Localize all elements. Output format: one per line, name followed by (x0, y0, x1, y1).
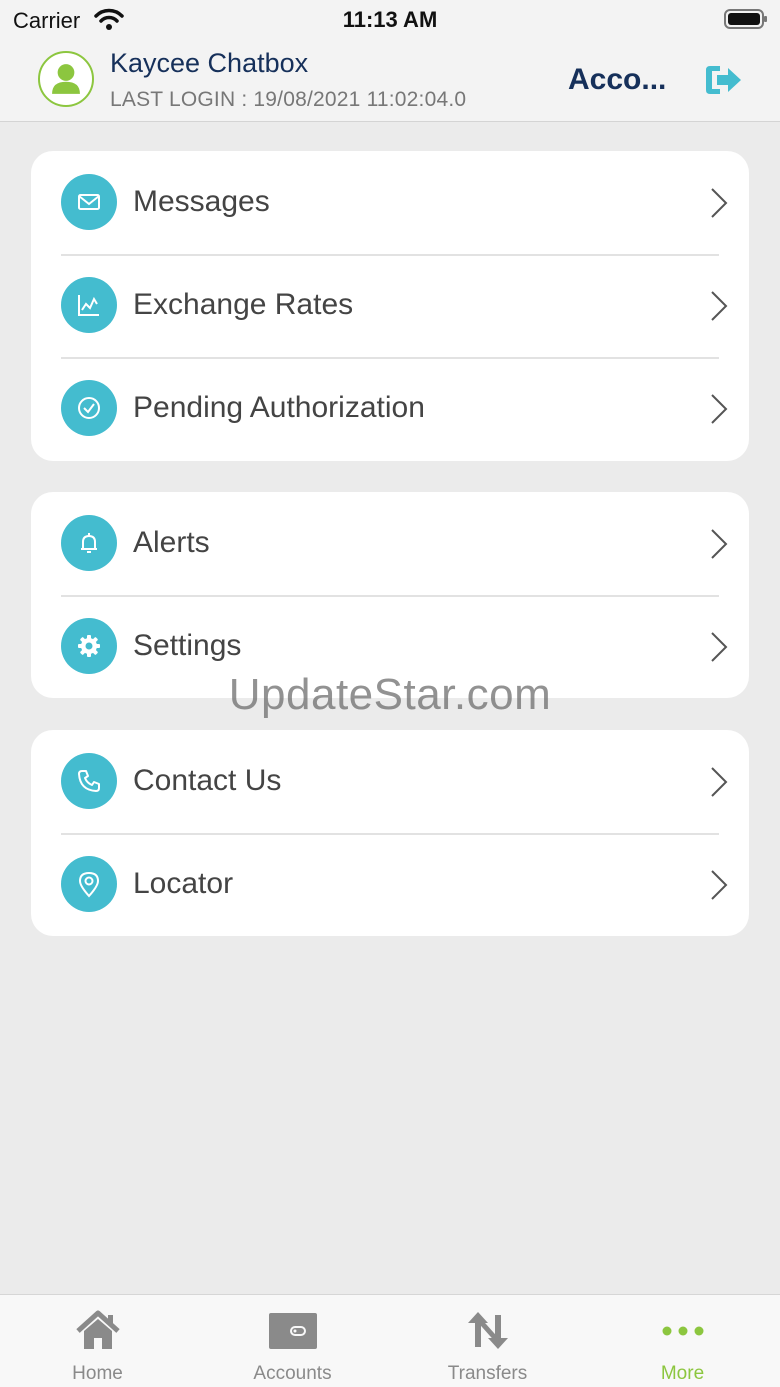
user-icon (52, 64, 80, 94)
last-login: LAST LOGIN : 19/08/2021 11:02:04.0 (110, 88, 467, 111)
menu-item-messages[interactable]: Messages (31, 151, 749, 254)
chevron-right-icon (711, 188, 728, 218)
envelope-icon (61, 174, 117, 230)
chevron-right-icon (711, 529, 728, 559)
menu-item-locator[interactable]: Locator (31, 833, 749, 936)
user-name: Kaycee Chatbox (110, 48, 309, 78)
battery-icon (724, 9, 767, 29)
chart-icon (61, 277, 117, 333)
chevron-right-icon (711, 291, 728, 321)
status-bar: Carrier 11:13 AM (0, 0, 780, 40)
chevron-right-icon (711, 767, 728, 797)
tab-bar: Home Accounts Transfers More (0, 1294, 780, 1387)
gear-icon (61, 618, 117, 674)
account-link[interactable]: Acco... (568, 63, 666, 97)
logout-icon[interactable] (702, 62, 744, 98)
wallet-icon (269, 1313, 317, 1349)
transfer-arrows-icon (468, 1312, 508, 1349)
app-header: Kaycee Chatbox LAST LOGIN : 19/08/2021 1… (0, 40, 780, 122)
menu-item-label: Locator (133, 867, 234, 900)
tab-more[interactable]: More (585, 1295, 780, 1387)
menu-item-label: Contact Us (133, 764, 282, 797)
tab-label: Accounts (253, 1363, 332, 1384)
tab-label: Transfers (447, 1363, 528, 1384)
location-pin-icon (61, 856, 117, 912)
tab-label: Home (72, 1363, 123, 1384)
menu-card-preferences: Alerts Settings (31, 492, 749, 698)
check-circle-icon (61, 380, 117, 436)
avatar[interactable] (38, 51, 94, 107)
menu-item-pending-authorization[interactable]: Pending Authorization (31, 357, 749, 460)
menu-item-contact-us[interactable]: Contact Us (31, 730, 749, 833)
chevron-right-icon (711, 394, 728, 424)
tab-accounts[interactable]: Accounts (195, 1295, 390, 1387)
clock: 11:13 AM (342, 7, 438, 32)
more-dots-icon (662, 1326, 704, 1336)
menu-item-label: Messages (133, 185, 270, 218)
tab-home[interactable]: Home (0, 1295, 195, 1387)
menu-item-label: Pending Authorization (133, 391, 425, 424)
menu-card-main: Messages Exchange Rates Pending Authoriz… (31, 151, 749, 461)
tab-label: More (660, 1363, 705, 1384)
menu-item-label: Exchange Rates (133, 288, 354, 321)
menu-item-exchange-rates[interactable]: Exchange Rates (31, 254, 749, 357)
chevron-right-icon (711, 870, 728, 900)
bell-icon (61, 515, 117, 571)
home-icon (76, 1310, 120, 1349)
menu-card-support: Contact Us Locator (31, 730, 749, 936)
menu-item-alerts[interactable]: Alerts (31, 492, 749, 595)
phone-icon (61, 753, 117, 809)
watermark: UpdateStar.com (228, 670, 552, 719)
chevron-right-icon (711, 632, 728, 662)
menu-item-label: Settings (133, 629, 242, 662)
menu-item-label: Alerts (133, 526, 210, 559)
tab-transfers[interactable]: Transfers (390, 1295, 585, 1387)
